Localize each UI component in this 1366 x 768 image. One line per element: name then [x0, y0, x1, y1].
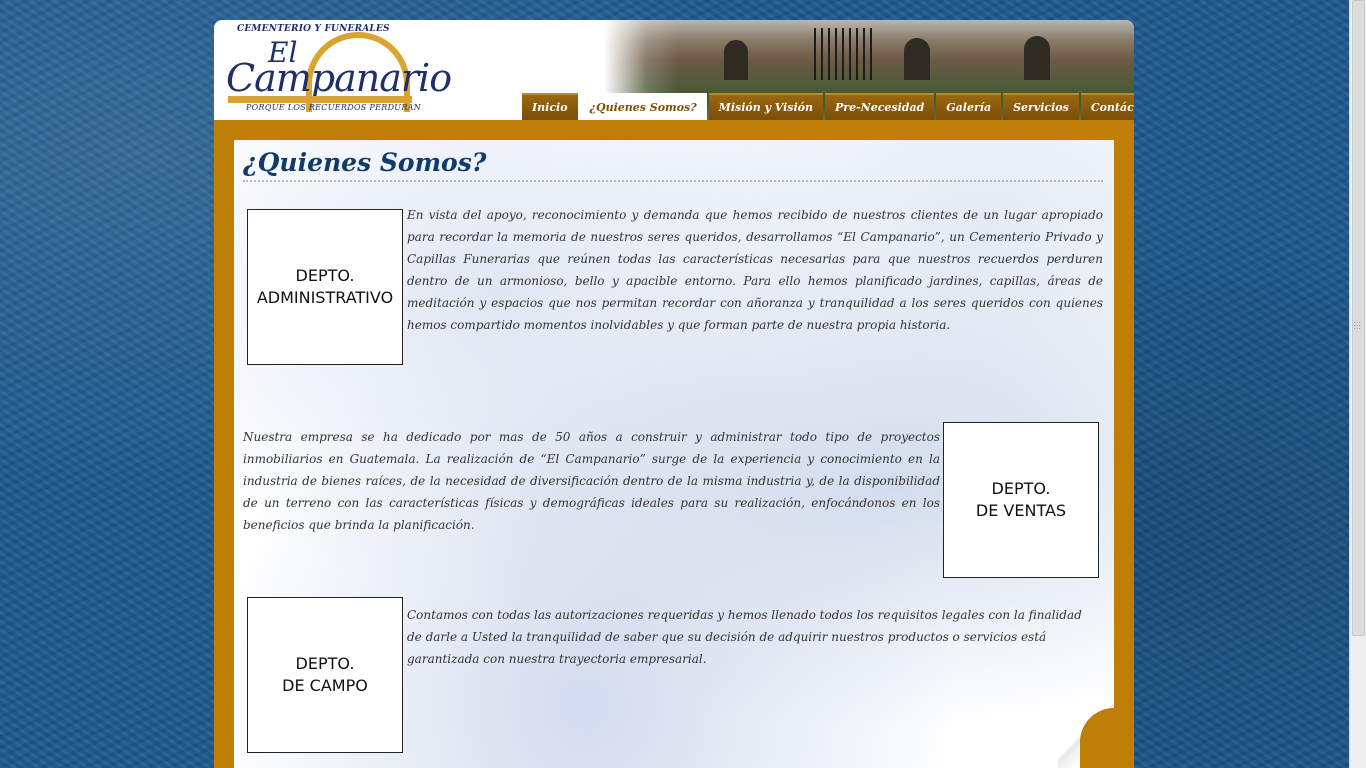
main-nav: Inicio ¿Quienes Somos? Misión y Visión P… [522, 93, 1134, 120]
scrollbar-thumb[interactable] [1352, 0, 1365, 636]
dept-campo-box: DEPTO. DE CAMPO [247, 597, 403, 753]
page-title: ¿Quienes Somos? [243, 148, 487, 177]
dept-box-line1: DEPTO. [991, 479, 1051, 498]
dept-box-line2: ADMINISTRATIVO [256, 288, 394, 307]
logo-top-text: CEMENTERIO Y FUNERALES [237, 24, 390, 34]
nav-galeria[interactable]: Galería [936, 93, 1002, 120]
photo-arch [1024, 36, 1050, 80]
logo-bar [228, 96, 412, 103]
nav-contactenos[interactable]: Contáctenos [1080, 93, 1134, 120]
dept-administrativo-box: DEPTO. ADMINISTRATIVO [247, 209, 403, 365]
nav-servicios[interactable]: Servicios [1003, 93, 1079, 120]
content-frame: ¿Quienes Somos? DEPTO. ADMINISTRATIVO En… [214, 120, 1134, 768]
nav-quienes-somos[interactable]: ¿Quienes Somos? [579, 93, 707, 120]
dept-box-line2: DE CAMPO [282, 676, 368, 695]
photo-arch [904, 38, 930, 80]
section-2-text: Nuestra empresa se ha dedicado por mas d… [243, 430, 940, 532]
title-divider [243, 180, 1103, 182]
section-1-text: En vista del apoyo, reconocimiento y dem… [407, 208, 1103, 332]
section-3-text: Contamos con todas las autorizaciones re… [407, 608, 1082, 666]
page-wrapper: CEMENTERIO Y FUNERALES El Campanario POR… [214, 20, 1134, 768]
dept-box-line1: DEPTO. [295, 654, 355, 673]
scrollbar-grip-icon: :::::: [1353, 319, 1362, 331]
main-content: ¿Quienes Somos? DEPTO. ADMINISTRATIVO En… [234, 140, 1114, 768]
logo-name-text: Campanario [226, 56, 452, 100]
nav-mision-vision[interactable]: Misión y Visión [708, 93, 824, 120]
site-logo[interactable]: CEMENTERIO Y FUNERALES El Campanario POR… [226, 22, 452, 118]
photo-arch [724, 40, 748, 80]
dept-box-line2: DE VENTAS [975, 501, 1067, 520]
site-header: CEMENTERIO Y FUNERALES El Campanario POR… [214, 20, 1134, 120]
dept-ventas-box: DEPTO. DE VENTAS [943, 422, 1099, 578]
nav-pre-necesidad[interactable]: Pre-Necesidad [825, 93, 935, 120]
nav-inicio[interactable]: Inicio [522, 93, 578, 120]
logo-tagline: PORQUE LOS RECUERDOS PERDURAN [246, 103, 422, 112]
dept-box-line1: DEPTO. [295, 266, 355, 285]
vertical-scrollbar[interactable]: :::::: [1349, 0, 1366, 768]
photo-gate [814, 28, 872, 80]
